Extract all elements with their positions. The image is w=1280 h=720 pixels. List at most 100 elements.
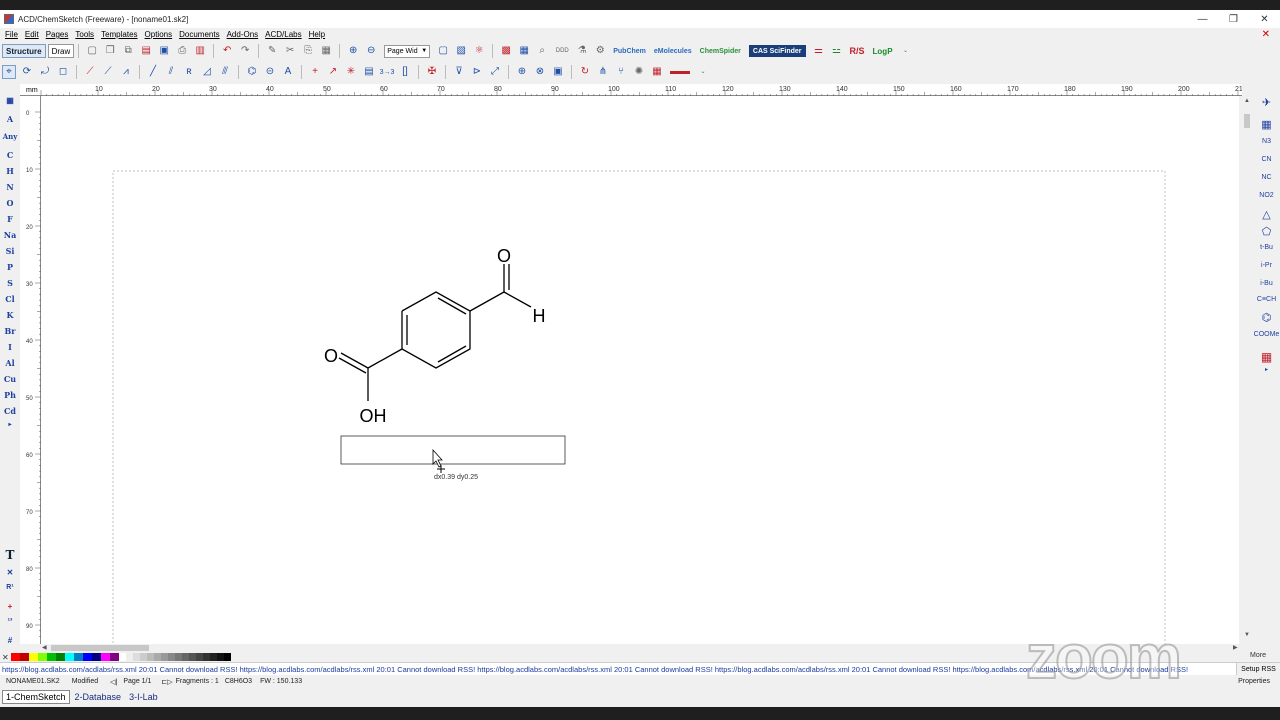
more-colors-button[interactable]: More [1250, 652, 1266, 659]
tab-database[interactable]: 2-Database [72, 691, 125, 703]
dictionary-icon[interactable]: ⚙ [593, 44, 607, 58]
eraser-icon[interactable]: ✎ [265, 44, 279, 58]
gray-swatch[interactable] [118, 653, 126, 661]
copy-icon[interactable]: ⎘ [301, 44, 315, 58]
emolecules-link[interactable]: eMolecules [654, 48, 692, 55]
gray-swatch[interactable] [160, 653, 168, 661]
tab-chemsketch[interactable]: 1-ChemSketch [2, 689, 70, 704]
radical-cn[interactable]: CN [1253, 156, 1280, 163]
fork-icon[interactable]: ⑂ [614, 65, 628, 79]
radical-n3[interactable]: N3 [1253, 138, 1280, 145]
table-radicals-icon[interactable]: ▦ [1253, 118, 1280, 131]
color-swatch[interactable] [46, 653, 56, 661]
menu-acdlabs[interactable]: ACD/Labs [265, 30, 301, 39]
color-swatch[interactable] [37, 653, 47, 661]
color-swatch[interactable] [82, 653, 92, 661]
table-tool-icon[interactable]: ▤ [362, 65, 376, 79]
paste-icon[interactable]: ▦ [319, 44, 333, 58]
reaction-arrow-icon[interactable]: ↻ [578, 65, 592, 79]
element-k[interactable]: K [0, 310, 20, 320]
draw-normal-icon[interactable]: ⟋ [83, 65, 97, 79]
menu-pages[interactable]: Pages [46, 30, 69, 39]
carboxyl-group[interactable] [338, 348, 403, 401]
grid-icon[interactable]: ▦ [517, 44, 531, 58]
scifinder-button[interactable]: CAS SciFinder [748, 45, 806, 57]
pubchem-link[interactable]: PubChem [613, 48, 646, 55]
gray-swatch[interactable] [188, 653, 196, 661]
text-tool-icon[interactable]: A [281, 65, 295, 79]
more-radicals-icon[interactable]: ▸ [1253, 366, 1280, 373]
gray-swatch[interactable] [223, 653, 231, 661]
gray-swatch[interactable] [181, 653, 189, 661]
cyclopentyl-icon[interactable]: ⬠ [1253, 225, 1280, 238]
up-bond-icon[interactable]: ◿ [200, 65, 214, 79]
search-structure-icon[interactable]: ⌕ [535, 44, 549, 58]
minimize-button[interactable]: — [1187, 10, 1218, 28]
table-icon[interactable]: ▩ [499, 44, 513, 58]
group-icon[interactable]: ▣ [551, 65, 565, 79]
vertical-scrollbar[interactable]: ▲ ▼ [1242, 84, 1252, 644]
page-nav-icon[interactable]: ◁| [110, 678, 117, 686]
menu-edit[interactable]: Edit [25, 30, 39, 39]
template-organizer-icon[interactable]: ▦ [1253, 350, 1280, 364]
gray-swatch[interactable] [125, 653, 133, 661]
bracket-icon[interactable]: [] [398, 65, 412, 79]
double-bond-icon[interactable]: ⫽ [164, 65, 178, 79]
stereo-icon[interactable]: ⚍ [830, 44, 844, 58]
text-icon[interactable]: T [0, 548, 20, 562]
vertical-scroll-thumb[interactable] [1244, 114, 1250, 128]
element-cu[interactable]: Cu [0, 374, 20, 384]
print-icon[interactable]: ⎙ [175, 44, 189, 58]
align-v-icon[interactable]: ⊗ [533, 65, 547, 79]
color-swatch[interactable] [109, 653, 119, 661]
tautomer-icon[interactable]: ⚌ [812, 44, 826, 58]
rotate-icon[interactable]: ⟳ [20, 65, 34, 79]
zoom-in-icon[interactable]: ⊕ [346, 44, 360, 58]
radical-tool-icon[interactable]: ✈ [1253, 96, 1280, 109]
zoom-select[interactable]: Page Wid ▼ [384, 44, 431, 58]
undo-icon[interactable]: ↶ [220, 44, 234, 58]
ddd-icon[interactable]: DDD [553, 44, 571, 58]
color-swatch[interactable] [73, 653, 83, 661]
element-p[interactable]: P [0, 262, 20, 272]
radical-t-bu[interactable]: t-Bu [1253, 244, 1280, 251]
menu-help[interactable]: Help [309, 30, 325, 39]
element-br[interactable]: Br [0, 326, 20, 336]
flip-icon[interactable]: ⊽ [452, 65, 466, 79]
scroll-left-icon[interactable]: ◀ [42, 644, 47, 651]
radical-ethynyl[interactable]: C≡CH [1253, 296, 1280, 303]
atom-oh[interactable]: OH [360, 406, 387, 426]
color-swatch[interactable] [19, 653, 29, 661]
close-button[interactable]: ✕ [1249, 10, 1280, 28]
element-f[interactable]: F [0, 214, 20, 224]
atom-label-icon[interactable]: ʀ [182, 65, 196, 79]
copy-page-icon[interactable]: ⧉ [121, 44, 135, 58]
color-swatch[interactable] [55, 653, 65, 661]
radical-i-pr[interactable]: i-Pr [1253, 262, 1280, 269]
element-al[interactable]: Al [0, 358, 20, 368]
resize-icon[interactable]: ⤢ [488, 65, 502, 79]
cut-icon[interactable]: ✂ [283, 44, 297, 58]
radical-no2[interactable]: NO2 [1253, 192, 1280, 199]
element-any[interactable]: Any [0, 132, 20, 141]
molecule-view-icon[interactable]: ⚛ [472, 44, 486, 58]
element-s[interactable]: S [0, 278, 20, 288]
gray-swatch[interactable] [132, 653, 140, 661]
color-swatch[interactable] [100, 653, 110, 661]
gray-swatch[interactable] [146, 653, 154, 661]
name-icon[interactable]: ⚗ [575, 44, 589, 58]
gray-swatch[interactable] [202, 653, 210, 661]
element-si[interactable]: Si [0, 246, 20, 256]
r-group-icon[interactable]: R¹ [0, 584, 20, 591]
hash-bond-icon[interactable]: ⫻ [218, 65, 232, 79]
menu-tools[interactable]: Tools [75, 30, 94, 39]
logp-button[interactable]: LogP [873, 47, 893, 56]
scroll-up-icon[interactable]: ▲ [1244, 98, 1250, 104]
tab-i-lab[interactable]: 3-I-Lab [126, 691, 161, 703]
arrow-icon[interactable]: ↗ [326, 65, 340, 79]
cyclopropyl-icon[interactable]: △ [1253, 208, 1280, 221]
ring-icon[interactable]: ⌬ [245, 65, 259, 79]
gray-swatch[interactable] [167, 653, 175, 661]
atom-o-aldehyde[interactable]: O [497, 246, 511, 266]
duplicate-page-icon[interactable]: ❐ [103, 44, 117, 58]
